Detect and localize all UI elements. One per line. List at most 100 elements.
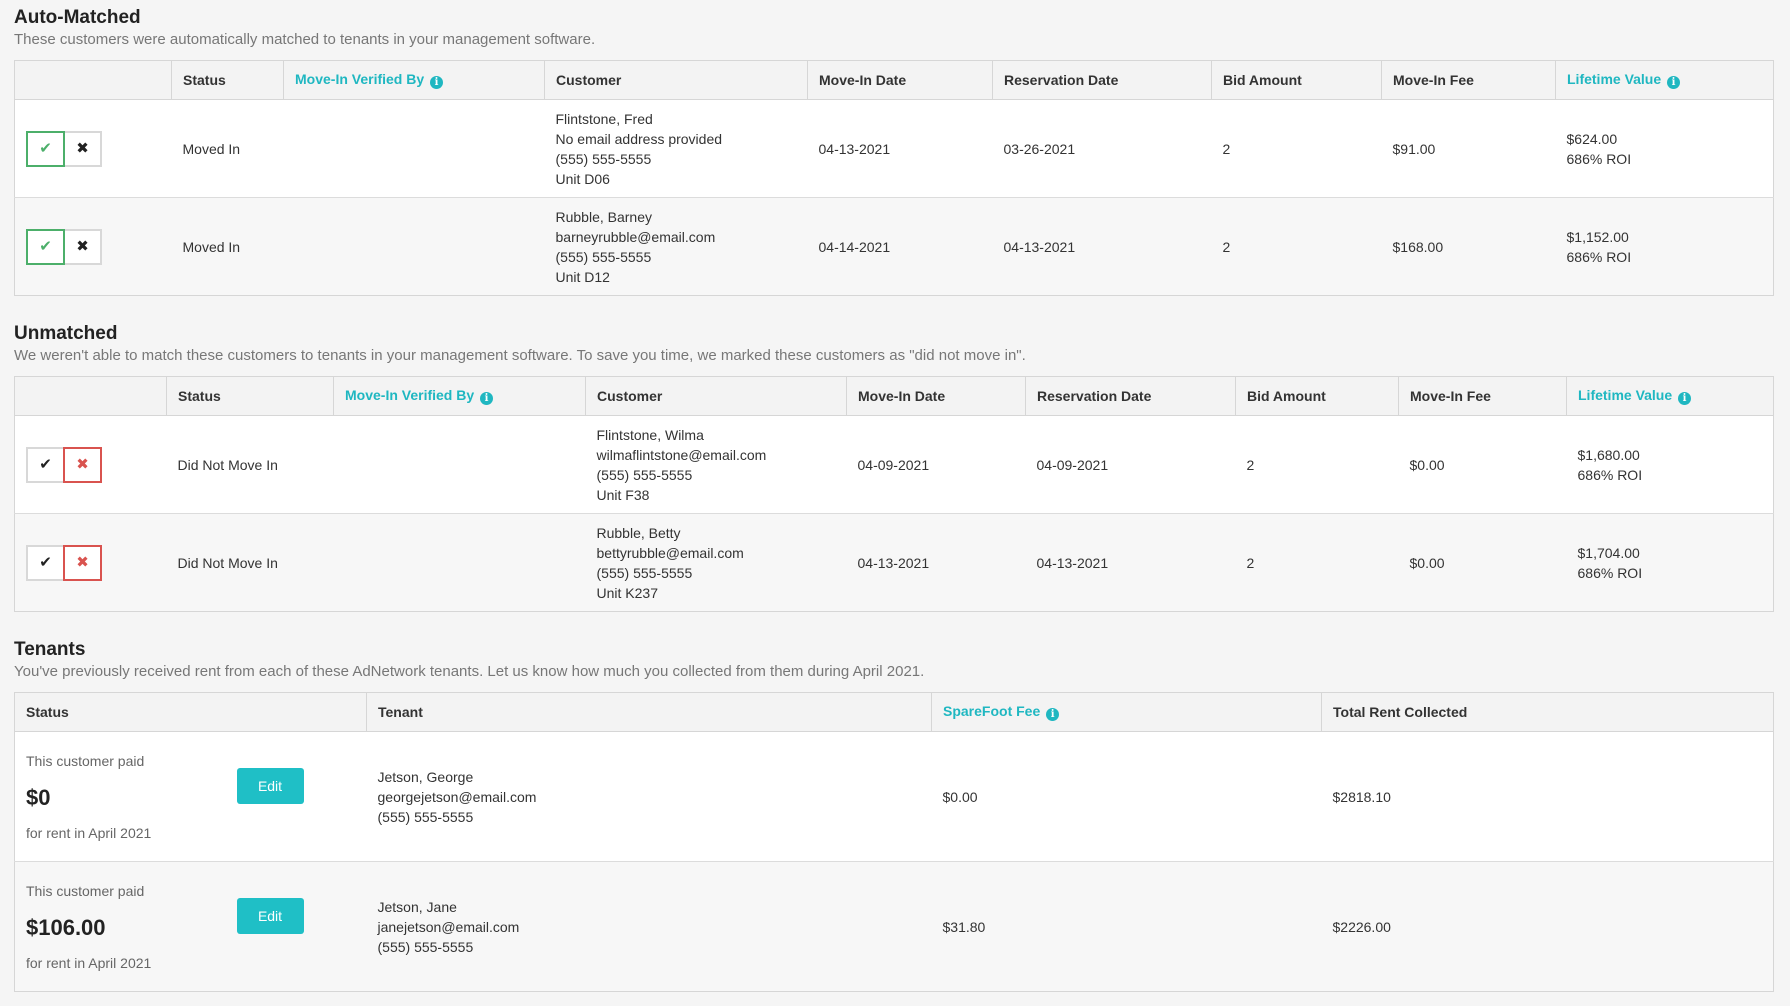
lifetime-value-header[interactable]: Lifetime Value i	[1566, 376, 1774, 416]
unmatched-table: Status Move-In Verified By i Customer Mo…	[14, 376, 1774, 612]
paid-period: for rent in April 2021	[26, 954, 152, 971]
customer-name: Rubble, Betty	[596, 524, 681, 541]
info-icon[interactable]: i	[1678, 392, 1692, 405]
tenants-section: Tenants You've previously received rent …	[14, 612, 1774, 992]
mark-not-moved-in-button[interactable]: ✖	[63, 130, 102, 167]
verified-by-cell	[283, 197, 545, 296]
paid-amount: $0	[26, 784, 51, 810]
reservation-date: 04-13-2021	[992, 197, 1212, 296]
info-icon[interactable]: i	[480, 392, 494, 405]
customer-name: Flintstone, Fred	[555, 110, 653, 127]
customer-phone: (555) 555-5555	[596, 564, 693, 581]
actions-cell: ✔ ✖	[14, 99, 172, 198]
auto-matched-section: Auto-Matched These customers were automa…	[14, 0, 1774, 296]
verified-by-header[interactable]: Move-In Verified By i	[283, 60, 545, 100]
customer-header: Customer	[544, 60, 808, 100]
lifetime-value-cell: $1,704.00 686% ROI	[1566, 513, 1774, 612]
tenant-cell: Jetson, Jane janejetson@email.com (555) …	[366, 861, 932, 992]
roi: 686% ROI	[1566, 150, 1632, 167]
move-in-fee: $0.00	[1398, 415, 1567, 514]
close-icon: ✖	[76, 237, 89, 255]
customer-email: bettyrubble@email.com	[596, 544, 744, 561]
bid-amount: 2	[1235, 415, 1399, 514]
verified-by-header[interactable]: Move-In Verified By i	[333, 376, 586, 416]
customer-unit: Unit K237	[596, 584, 658, 601]
info-icon[interactable]: i	[1667, 76, 1681, 89]
status-header: Status	[14, 692, 367, 732]
bid-amount: 2	[1211, 99, 1382, 198]
bid-amount-header: Bid Amount	[1211, 60, 1382, 100]
mark-moved-in-button[interactable]: ✔	[26, 130, 65, 167]
move-in-date-header: Move-In Date	[846, 376, 1026, 416]
edit-button[interactable]: Edit	[236, 897, 304, 934]
paid-period: for rent in April 2021	[26, 824, 152, 841]
table-row: ✔ ✖ Moved In Flintstone, Fred No email a…	[14, 99, 1774, 198]
check-icon: ✔	[39, 139, 52, 157]
close-icon: ✖	[76, 139, 89, 157]
mark-moved-in-button[interactable]: ✔	[26, 544, 65, 581]
lifetime-value-cell: $1,152.00 686% ROI	[1555, 197, 1774, 296]
customer-unit: Unit D12	[555, 268, 610, 285]
lifetime-value-header[interactable]: Lifetime Value i	[1555, 60, 1774, 100]
customer-cell: Flintstone, Fred No email address provid…	[544, 99, 808, 198]
mark-not-moved-in-button[interactable]: ✖	[63, 446, 102, 483]
info-icon[interactable]: i	[1046, 708, 1060, 721]
sparefoot-fee: $31.80	[931, 861, 1322, 992]
move-in-date: 04-13-2021	[807, 99, 993, 198]
move-in-date: 04-09-2021	[846, 415, 1026, 514]
customer-email: No email address provided	[555, 130, 723, 147]
table-row: This customer paid $0 for rent in April …	[14, 731, 1774, 862]
tenants-title: Tenants	[14, 639, 86, 660]
mark-moved-in-button[interactable]: ✔	[26, 228, 65, 265]
customer-phone: (555) 555-5555	[596, 466, 693, 483]
lifetime-value: $1,704.00	[1577, 544, 1640, 561]
mark-moved-in-button[interactable]: ✔	[26, 446, 65, 483]
lifetime-value-link[interactable]: Lifetime Value	[1567, 71, 1661, 87]
edit-button[interactable]: Edit	[236, 767, 304, 804]
verified-by-cell	[333, 415, 586, 514]
customer-name: Rubble, Barney	[555, 208, 653, 225]
move-in-fee-header: Move-In Fee	[1381, 60, 1556, 100]
tenant-name: Jetson, Jane	[377, 898, 457, 915]
tenant-name: Jetson, George	[377, 768, 474, 785]
customer-cell: Rubble, Barney barneyrubble@email.com (5…	[544, 197, 808, 296]
status-text: Did Not Move In	[166, 513, 334, 612]
mark-not-moved-in-button[interactable]: ✖	[63, 228, 102, 265]
customer-email: wilmaflintstone@email.com	[596, 446, 767, 463]
close-icon: ✖	[76, 455, 89, 473]
reservation-date: 04-09-2021	[1025, 415, 1236, 514]
customer-cell: Rubble, Betty bettyrubble@email.com (555…	[585, 513, 847, 612]
total-rent: $2818.10	[1321, 731, 1774, 862]
bid-amount-header: Bid Amount	[1235, 376, 1399, 416]
move-in-date-header: Move-In Date	[807, 60, 993, 100]
verified-by-link[interactable]: Move-In Verified By	[295, 71, 424, 87]
actions-header	[14, 60, 172, 100]
auto-matched-description: These customers were automatically match…	[14, 31, 596, 48]
tenants-description: You've previously received rent from eac…	[14, 663, 925, 680]
status-header: Status	[171, 60, 284, 100]
actions-cell: ✔ ✖	[14, 513, 167, 612]
table-row: ✔ ✖ Did Not Move In Rubble, Betty bettyr…	[14, 513, 1774, 612]
lifetime-value-cell: $624.00 686% ROI	[1555, 99, 1774, 198]
total-rent-header: Total Rent Collected	[1321, 692, 1774, 732]
mark-not-moved-in-button[interactable]: ✖	[63, 544, 102, 581]
move-in-fee: $168.00	[1381, 197, 1556, 296]
check-icon: ✔	[39, 553, 52, 571]
reservation-date-header: Reservation Date	[1025, 376, 1236, 416]
lifetime-value-link[interactable]: Lifetime Value	[1578, 387, 1672, 403]
unmatched-description: We weren't able to match these customers…	[14, 347, 1026, 364]
move-in-fee: $0.00	[1398, 513, 1567, 612]
customer-phone: (555) 555-5555	[555, 150, 652, 167]
sparefoot-fee-link[interactable]: SpareFoot Fee	[943, 703, 1040, 719]
paid-label: This customer paid	[26, 752, 145, 769]
tenants-table: Status Tenant SpareFoot Fee i Total Rent…	[14, 692, 1774, 992]
sparefoot-fee-header[interactable]: SpareFoot Fee i	[931, 692, 1322, 732]
status-text: Did Not Move In	[166, 415, 334, 514]
info-icon[interactable]: i	[430, 76, 444, 89]
tenant-cell: Jetson, George georgejetson@email.com (5…	[366, 731, 932, 862]
status-text: Moved In	[171, 99, 284, 198]
customer-header: Customer	[585, 376, 847, 416]
verified-by-link[interactable]: Move-In Verified By	[345, 387, 474, 403]
paid-amount: $106.00	[26, 914, 106, 940]
actions-cell: ✔ ✖	[14, 197, 172, 296]
